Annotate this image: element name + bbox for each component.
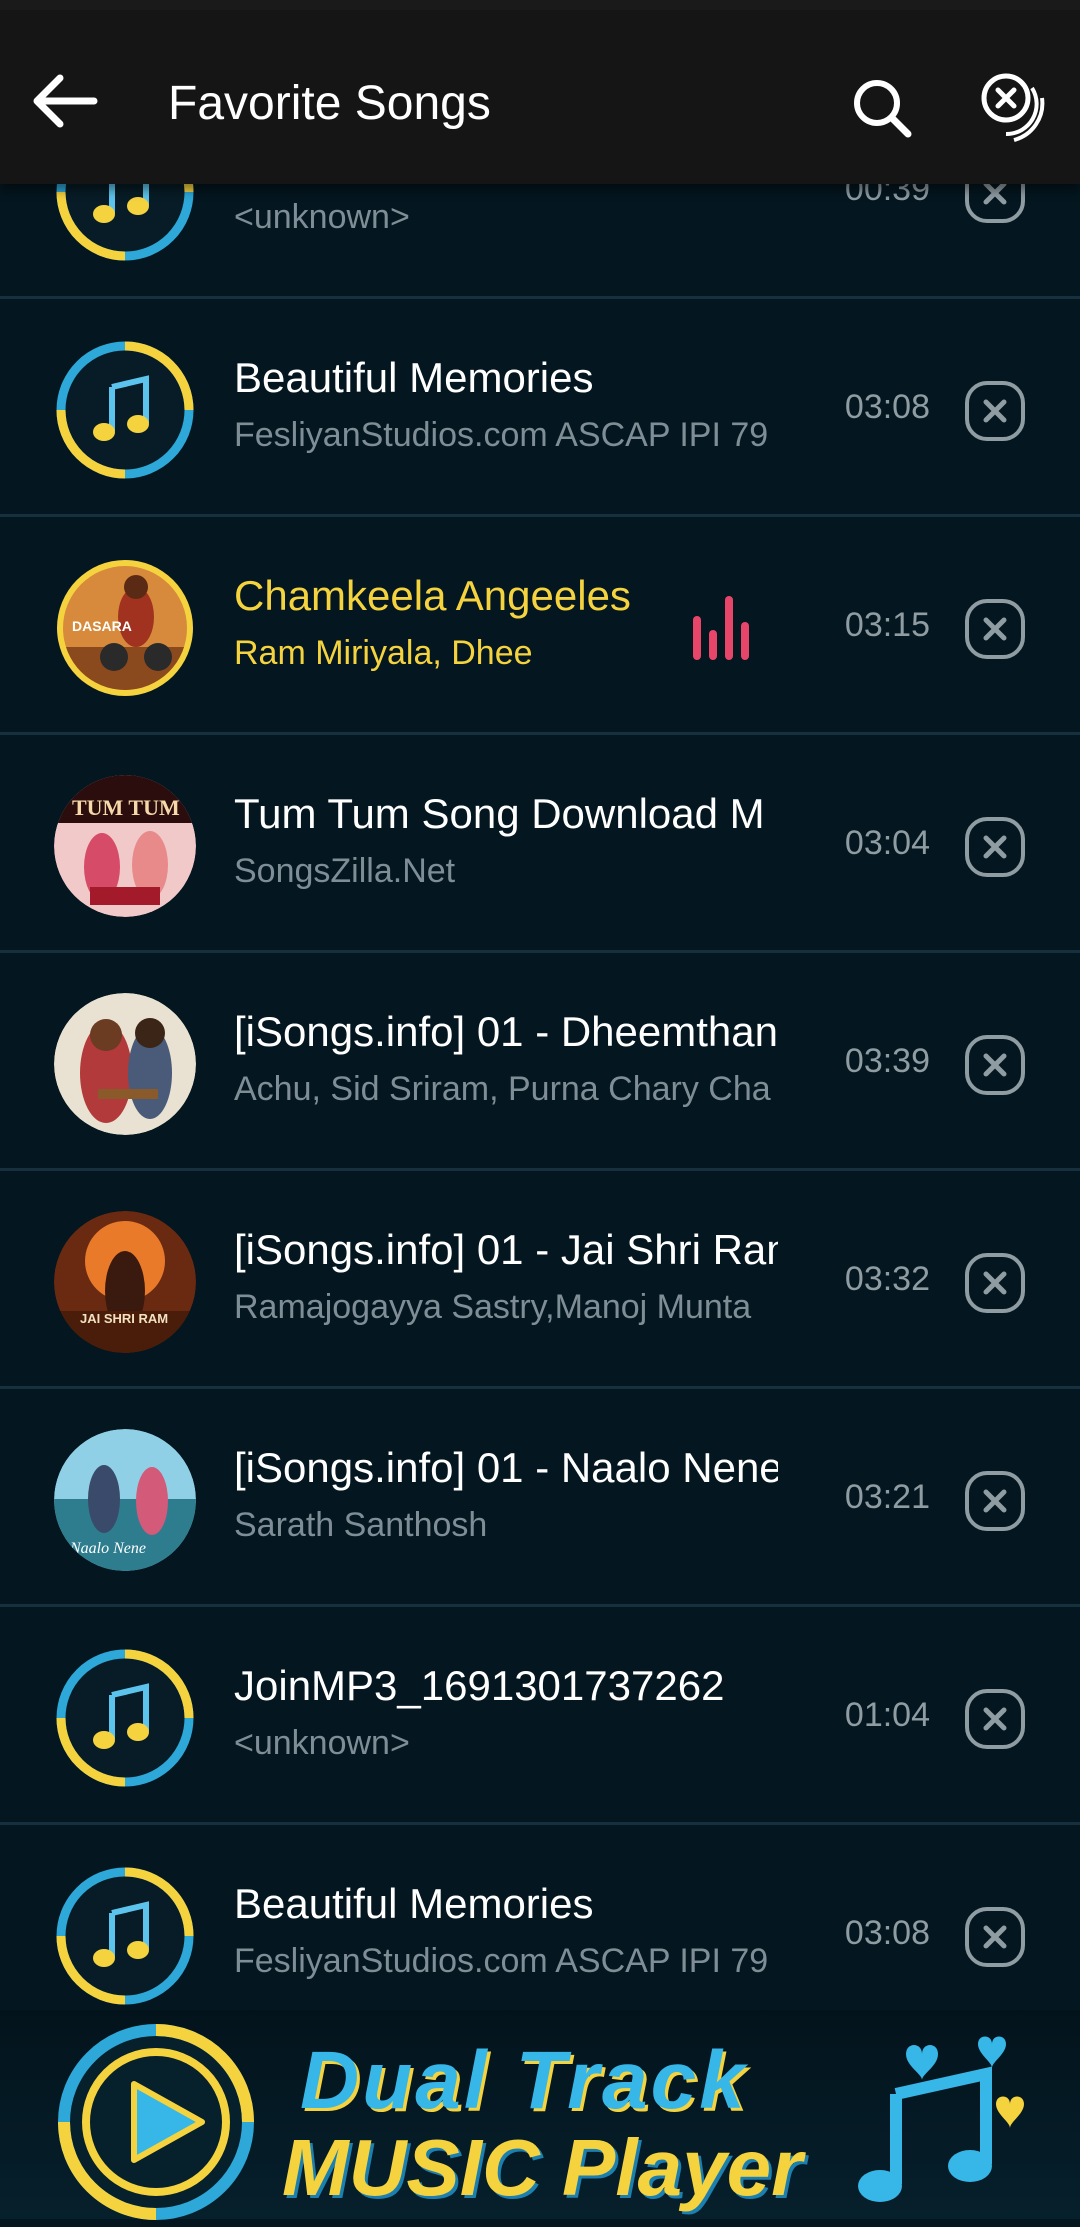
- remove-song-button[interactable]: [964, 380, 1026, 442]
- svg-text:TUM TUM: TUM TUM: [72, 795, 180, 820]
- album-art: JAI SHRI RAM: [54, 1211, 196, 1353]
- song-row[interactable]: TUM TUM Tum Tum Song Download M SongsZil…: [0, 738, 1080, 953]
- song-duration: 03:39: [844, 1042, 930, 1080]
- song-artist: FesliyanStudios.com ASCAP IPI 79: [234, 1942, 769, 1980]
- song-row[interactable]: Naalo Nene [iSongs.info] 01 - Naalo Nene…: [0, 1392, 1080, 1607]
- remove-song-button[interactable]: [964, 1252, 1026, 1314]
- song-artist: <unknown>: [234, 198, 410, 236]
- close-icon: [965, 1907, 1025, 1967]
- banner-title: Dual Track: [300, 2035, 748, 2126]
- song-duration: 03:21: [844, 1478, 930, 1516]
- app-bar: Favorite Songs: [0, 0, 1080, 184]
- banner-subtitle: MUSIC Player: [282, 2123, 803, 2212]
- album-art: TUM TUM: [54, 775, 196, 917]
- close-icon: [965, 599, 1025, 659]
- song-duration: 03:32: [844, 1260, 930, 1298]
- song-title: [iSongs.info] 01 - Dheemthan: [234, 1008, 778, 1055]
- svg-text:JAI SHRI RAM: JAI SHRI RAM: [80, 1311, 168, 1326]
- song-duration: 01:04: [844, 1696, 930, 1734]
- remove-song-button[interactable]: [964, 598, 1026, 660]
- song-artist: Achu, Sid Sriram, Purna Chary Cha: [234, 1070, 771, 1108]
- album-art: DASARA: [54, 557, 196, 699]
- svg-text:Naalo Nene: Naalo Nene: [69, 1540, 146, 1557]
- back-button[interactable]: [30, 66, 100, 136]
- album-art: Naalo Nene: [54, 1429, 196, 1571]
- remove-song-button[interactable]: [964, 1906, 1026, 1968]
- close-icon: [965, 1471, 1025, 1531]
- song-artist: Ram Miriyala, Dhee: [234, 634, 533, 672]
- song-duration: 03:08: [844, 1914, 930, 1952]
- remove-song-button[interactable]: [964, 1688, 1026, 1750]
- song-title: JoinMP3_1691301737262: [234, 1662, 725, 1709]
- song-title: Chamkeela Angeeles: [234, 572, 631, 619]
- song-duration: 03:15: [844, 606, 930, 644]
- song-duration: 03:08: [844, 388, 930, 426]
- song-title: [iSongs.info] 01 - Jai Shri Ram: [234, 1226, 778, 1273]
- promo-banner[interactable]: Dual Track MUSIC Player: [0, 2010, 1080, 2220]
- svg-text:DASARA: DASARA: [72, 618, 132, 634]
- favorite-songs-list[interactable]: <unknown> 00:39 Beautiful Memories Fesli…: [0, 0, 1080, 2219]
- remove-song-button[interactable]: [964, 816, 1026, 878]
- song-row[interactable]: JoinMP3_1691301737262 <unknown> 01:04: [0, 1610, 1080, 1825]
- arrow-left-icon: [33, 74, 98, 128]
- song-artist: SongsZilla.Net: [234, 852, 456, 890]
- song-row[interactable]: [iSongs.info] 01 - Dheemthan Achu, Sid S…: [0, 956, 1080, 1171]
- clear-playlist-icon: [981, 73, 1045, 142]
- music-note-icon: [54, 1647, 196, 1789]
- song-row[interactable]: JAI SHRI RAM [iSongs.info] 01 - Jai Shri…: [0, 1174, 1080, 1389]
- song-title: Beautiful Memories: [234, 354, 594, 401]
- song-title: [iSongs.info] 01 - Naalo Nene: [234, 1444, 778, 1491]
- song-row[interactable]: Beautiful Memories FesliyanStudios.com A…: [0, 302, 1080, 517]
- song-artist: Sarath Santhosh: [234, 1506, 488, 1544]
- close-icon: [965, 817, 1025, 877]
- song-artist: Ramajogayya Sastry,Manoj Munta: [234, 1288, 752, 1326]
- song-duration: 03:04: [844, 824, 930, 862]
- close-icon: [965, 1035, 1025, 1095]
- song-artist: <unknown>: [234, 1724, 410, 1762]
- close-icon: [965, 381, 1025, 441]
- clear-favorites-button[interactable]: [976, 68, 1052, 144]
- search-icon: [854, 80, 912, 138]
- song-title: Tum Tum Song Download M: [234, 790, 765, 837]
- page-title: Favorite Songs: [168, 77, 491, 130]
- close-icon: [965, 1253, 1025, 1313]
- remove-song-button[interactable]: [964, 1034, 1026, 1096]
- remove-song-button[interactable]: [964, 1470, 1026, 1532]
- play-logo-icon: [56, 2022, 256, 2227]
- song-row-playing[interactable]: DASARA Chamkeela Angeeles Ram Miriyala, …: [0, 520, 1080, 735]
- song-artist: FesliyanStudios.com ASCAP IPI 79: [234, 416, 769, 454]
- status-bar: [0, 0, 1080, 10]
- close-icon: [965, 1689, 1025, 1749]
- music-note-icon: [54, 1865, 196, 2007]
- album-art: [54, 993, 196, 1135]
- search-button[interactable]: [846, 72, 918, 144]
- equalizer-icon: [690, 594, 752, 665]
- music-note-icon: [54, 339, 196, 481]
- song-title: Beautiful Memories: [234, 1880, 594, 1927]
- music-hearts-icon: [846, 2024, 1036, 2219]
